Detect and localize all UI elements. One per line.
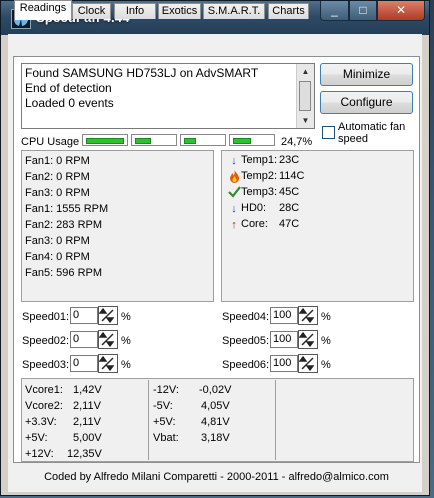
speed-label: Speed03: (22, 359, 70, 371)
cpu-core-bar (131, 134, 177, 146)
spin-arrows-icon[interactable] (98, 306, 118, 325)
voltage-value: 4,05V (201, 400, 230, 412)
voltage-divider (148, 380, 149, 460)
speed-label: Speed05: (222, 335, 270, 347)
voltage-value: 12,35V (67, 448, 102, 460)
arrow-down-icon: ↓ (231, 203, 237, 215)
fan-reading: Fan2: 283 RPM (25, 219, 103, 231)
window-minimize-button[interactable]: _ (320, 1, 349, 21)
log-line: Loaded 0 events (25, 96, 114, 110)
spin-arrows-icon[interactable] (98, 354, 118, 373)
arrow-down-icon: ↓ (231, 155, 237, 167)
voltage-value: 2,11V (73, 400, 101, 412)
automatic-fan-speed-checkbox[interactable] (322, 126, 335, 139)
temp-row: ↑ Core: 47C (228, 218, 328, 232)
percent-sign: % (321, 311, 331, 323)
percent-sign: % (121, 335, 131, 347)
speed-label: Speed02: (22, 335, 70, 347)
voltage-label: Vcore2: (25, 400, 63, 412)
voltage-label: +5V: (25, 432, 48, 444)
temp-row: ↓ HD0: 28C (228, 202, 328, 216)
window-close-button[interactable]: ✕ (377, 1, 425, 21)
arrow-up-icon: ↑ (231, 219, 237, 231)
speed-label: Speed04: (222, 311, 270, 323)
speed-label: Speed06: (222, 359, 270, 371)
spin-arrows-icon[interactable] (298, 330, 318, 349)
percent-sign: % (121, 311, 131, 323)
fan-reading: Fan1: 1555 RPM (25, 203, 109, 215)
flame-icon (228, 170, 240, 184)
temp-row: Temp3: 45C (228, 186, 328, 200)
fan-reading: Fan5: 596 RPM (25, 267, 103, 279)
tab-charts[interactable]: Charts (268, 3, 309, 19)
spin-arrows-icon[interactable] (298, 354, 318, 373)
fan-reading: Fan4: 0 RPM (25, 251, 90, 263)
checkmark-icon (228, 186, 241, 200)
speed-input[interactable]: 0 (70, 331, 98, 348)
fan-reading: Fan3: 0 RPM (25, 235, 90, 247)
speed-input[interactable]: 0 (70, 355, 98, 372)
cpu-core-bar (82, 134, 128, 146)
voltage-value: 4,81V (201, 416, 230, 428)
scroll-thumb[interactable] (299, 81, 311, 111)
log-line: Found SAMSUNG HD753LJ on AdvSMART (25, 66, 259, 80)
footer-credits: Coded by Alfredo Milani Comparetti - 200… (44, 471, 389, 483)
speed-input[interactable]: 0 (70, 307, 98, 324)
cpu-core-bar (180, 134, 226, 146)
voltage-label: -12V: (153, 384, 179, 396)
voltage-label: +3.3V: (25, 416, 57, 428)
voltage-value: 1,42V (73, 384, 102, 396)
automatic-fan-speed-label: Automatic fan speed (338, 121, 406, 145)
tab-readings[interactable]: Readings (14, 0, 72, 20)
temp-row: Temp2: 114C (228, 170, 328, 184)
voltage-value: -0,02V (199, 384, 232, 396)
window-maximize-button[interactable]: □ (349, 1, 377, 21)
speed-input[interactable]: 100 (270, 307, 298, 324)
voltage-label: -5V: (153, 400, 173, 412)
scroll-down-arrow-icon[interactable]: ▼ (298, 113, 313, 128)
percent-sign: % (321, 335, 331, 347)
spin-arrows-icon[interactable] (98, 330, 118, 349)
fan-reading: Fan2: 0 RPM (25, 171, 90, 183)
event-log[interactable]: Found SAMSUNG HD753LJ on AdvSMART End of… (21, 63, 315, 129)
voltage-value: 2,11V (73, 416, 101, 428)
voltage-value: 3,18V (201, 432, 230, 444)
fan-reading: Fan3: 0 RPM (25, 187, 90, 199)
cpu-usage-percent: 24,7% (281, 136, 313, 148)
cpu-core-bar (229, 134, 275, 146)
configure-button[interactable]: Configure (320, 91, 413, 114)
cpu-usage-label: CPU Usage (21, 136, 80, 148)
voltage-label: Vbat: (153, 432, 179, 444)
tab-exotics[interactable]: Exotics (158, 3, 201, 19)
tab-clock[interactable]: Clock (72, 3, 111, 19)
spin-arrows-icon[interactable] (298, 306, 318, 325)
voltage-label: Vcore1: (25, 384, 63, 396)
voltage-divider (275, 380, 276, 460)
scroll-up-arrow-icon[interactable]: ▲ (298, 64, 313, 79)
log-scrollbar[interactable]: ▲ ▼ (296, 64, 314, 128)
voltage-label: +5V: (153, 416, 176, 428)
percent-sign: % (121, 359, 131, 371)
voltage-value: 5,00V (73, 432, 102, 444)
speed-input[interactable]: 100 (270, 355, 298, 372)
speed-input[interactable]: 100 (270, 331, 298, 348)
minimize-button[interactable]: Minimize (320, 63, 413, 86)
fan-reading: Fan1: 0 RPM (25, 155, 90, 167)
percent-sign: % (321, 359, 331, 371)
tab-info[interactable]: Info (114, 3, 156, 19)
temp-row: ↓ Temp1: 23C (228, 154, 328, 168)
tab-smart[interactable]: S.M.A.R.T. (203, 3, 265, 19)
voltage-label: +12V: (25, 448, 54, 460)
speed-label: Speed01: (22, 311, 70, 323)
log-line: End of detection (25, 81, 112, 95)
